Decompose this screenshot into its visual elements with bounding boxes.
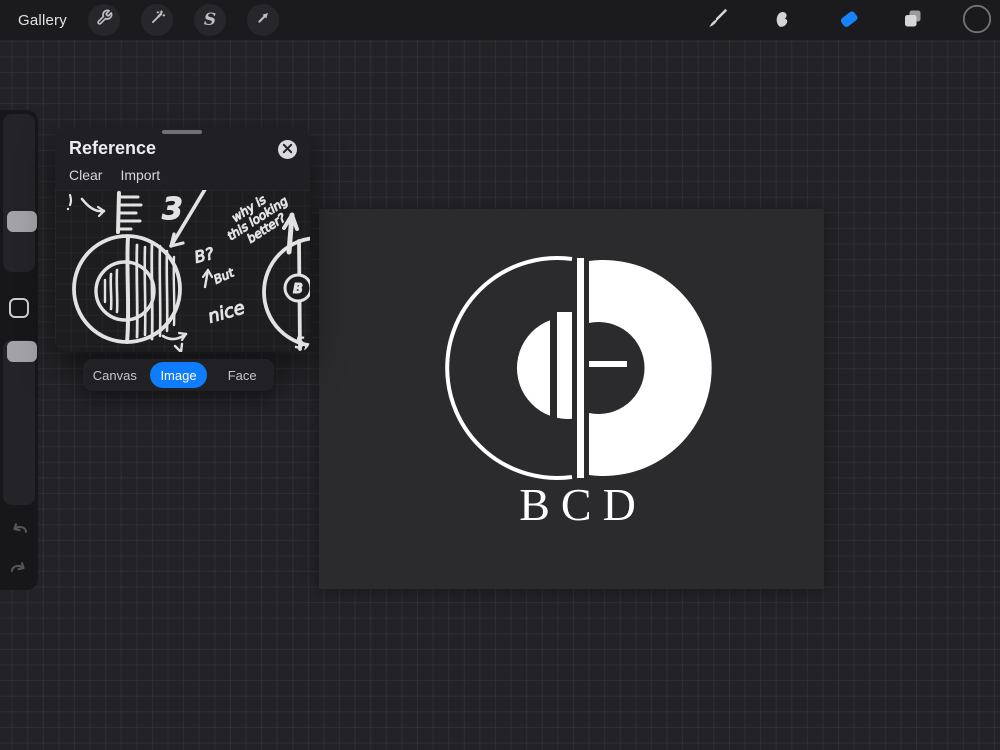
tab-face[interactable]: Face — [213, 362, 271, 388]
tab-image[interactable]: Image — [150, 362, 208, 388]
panel-title: Reference — [69, 138, 156, 159]
brush-size-slider[interactable] — [3, 114, 35, 272]
sketch-b-question: B? — [192, 244, 216, 267]
undo-button[interactable] — [7, 517, 31, 541]
paint-button[interactable] — [704, 8, 730, 34]
gallery-button[interactable]: Gallery — [18, 12, 67, 29]
eraser-icon — [836, 6, 862, 37]
procreate-screen: Gallery S — [0, 0, 1000, 750]
drawing-canvas[interactable]: BCD — [319, 209, 824, 589]
adjustments-button[interactable] — [141, 4, 173, 36]
brush-size-handle[interactable] — [7, 211, 37, 232]
sketch-b-in-circle: B — [293, 282, 303, 297]
import-button[interactable]: Import — [120, 167, 160, 183]
erase-button[interactable] — [836, 8, 862, 34]
modify-button[interactable] — [9, 298, 29, 318]
clear-button[interactable]: Clear — [69, 167, 102, 183]
redo-icon — [7, 567, 31, 584]
sketch-number-3: 3 — [162, 192, 183, 227]
reference-source-tabs: Canvas Image Face — [83, 359, 274, 391]
color-button[interactable] — [962, 6, 992, 36]
reference-image[interactable]: 3 why is this look — [55, 190, 310, 352]
logo-artwork: BCD — [319, 209, 824, 589]
brush-opacity-slider[interactable] — [3, 340, 35, 505]
sketch-five: 5, — [295, 334, 309, 352]
brush-icon — [705, 7, 729, 36]
wrench-icon — [96, 9, 113, 31]
selection-s-icon: S — [204, 12, 216, 29]
panel-actions: Clear Import — [69, 167, 160, 183]
reference-panel: Reference Clear Import — [55, 127, 310, 352]
layers-button[interactable] — [900, 8, 926, 34]
top-toolbar: Gallery S — [0, 0, 1000, 40]
smudge-button[interactable] — [770, 8, 796, 34]
actions-button[interactable] — [88, 4, 120, 36]
undo-icon — [7, 528, 31, 545]
redo-button[interactable] — [7, 556, 31, 580]
layers-icon — [901, 7, 925, 36]
panel-drag-handle[interactable] — [162, 130, 202, 134]
brush-sidebar — [0, 110, 38, 590]
sketch-nice: nice — [206, 297, 248, 327]
brush-opacity-handle[interactable] — [7, 341, 37, 362]
smudge-icon — [771, 7, 795, 36]
close-button[interactable] — [278, 140, 297, 159]
reference-sketch: 3 why is this look — [55, 190, 310, 352]
logo-wordmark: BCD — [519, 479, 647, 530]
close-icon — [282, 141, 293, 159]
selection-button[interactable]: S — [194, 4, 226, 36]
transform-arrow-icon — [254, 9, 272, 32]
color-circle-icon — [962, 4, 992, 39]
tab-canvas[interactable]: Canvas — [86, 362, 144, 388]
sketch-but: But — [212, 265, 238, 287]
magic-wand-icon — [149, 9, 166, 31]
transform-button[interactable] — [247, 4, 279, 36]
